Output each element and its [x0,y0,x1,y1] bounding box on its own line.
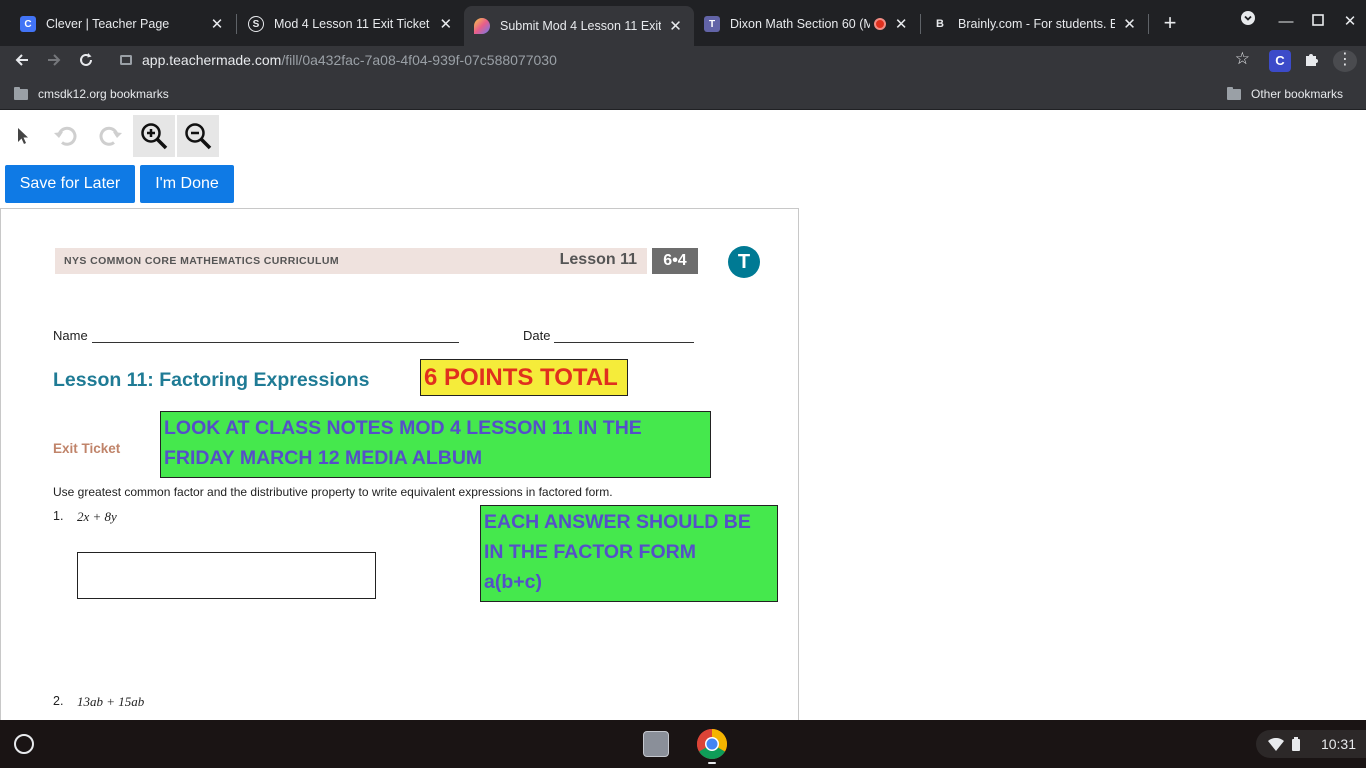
instructions: Use greatest common factor and the distr… [53,485,613,499]
points-total-note: 6 POINTS TOTAL [420,359,628,396]
note-line: LOOK AT CLASS NOTES MOD 4 LESSON 11 IN T… [164,417,642,439]
tab-brainly[interactable]: B Brainly.com - For students. By ✕ [924,8,1146,40]
problem-1-expression: 2x + 8y [77,509,117,524]
redo-button[interactable] [89,115,131,157]
zoom-in-icon [141,123,168,150]
tab-title: Brainly.com - For students. By [958,17,1116,31]
close-icon[interactable]: ✕ [438,15,454,33]
launcher-icon[interactable] [14,734,34,754]
address-bar[interactable]: app.teachermade.com/fill/0a432fac-7a08-4… [108,46,1260,76]
select-pointer-tool[interactable] [2,115,44,157]
name-label: Name [53,328,88,343]
close-icon[interactable]: ✕ [667,17,684,35]
tab-title: Submit Mod 4 Lesson 11 Exit T [500,19,662,33]
close-icon[interactable]: ✕ [1121,15,1138,33]
date-line [554,342,694,343]
bookmark-folder-other[interactable]: Other bookmarks [1227,84,1343,104]
tab-title: Clever | Teacher Page [46,17,170,31]
teachermade-logo: T [728,246,760,278]
lesson-number: Lesson 11 [559,251,637,268]
menu-kebab-icon[interactable]: ⋮ [1333,50,1357,72]
bookmark-folder-cmsdk12[interactable]: cmsdk12.org bookmarks [14,84,169,104]
zoom-out-icon [185,123,212,150]
forward-arrow-icon[interactable] [42,50,66,74]
date-label: Date [523,328,551,343]
bookmark-star-icon[interactable]: ☆ [1235,49,1250,69]
close-icon[interactable]: ✕ [208,15,226,33]
os-shelf: 10:31 [0,720,1366,768]
url-text: app.teachermade.com/fill/0a432fac-7a08-4… [142,52,557,68]
answer-format-note: EACH ANSWER SHOULD BE IN THE FACTOR FORM… [480,505,778,602]
clock: 10:31 [1320,736,1356,752]
clever-extension-icon[interactable]: C [1269,50,1291,72]
redo-icon [99,126,122,146]
battery-icon [1292,737,1300,751]
grade-module-badge: 6•4 [652,248,698,274]
im-done-button[interactable]: I'm Done [140,165,234,203]
minimize-icon[interactable]: — [1274,10,1298,34]
save-for-later-button[interactable]: Save for Later [5,165,135,203]
clever-icon: C [20,16,36,32]
teachermade-icon [474,18,490,34]
exit-ticket-heading: Exit Ticket [53,441,121,456]
new-tab-button[interactable]: + [1158,12,1182,36]
tab-title: Mod 4 Lesson 11 Exit Ticket | S [274,17,432,31]
back-arrow-icon[interactable] [10,50,34,74]
zoom-in-button[interactable] [133,115,175,157]
note-line: FRIDAY MARCH 12 MEDIA ALBUM [164,447,483,469]
schoology-icon: S [248,16,264,32]
chrome-icon[interactable] [696,728,728,764]
tab-title: Dixon Math Section 60 (M [730,17,871,31]
problem-1-answer-box[interactable] [77,552,376,599]
recording-icon [874,18,887,30]
pointer-icon [18,128,28,144]
undo-button[interactable] [45,115,87,157]
maximize-icon[interactable] [1306,10,1330,34]
bookmarks-bar: cmsdk12.org bookmarks Other bookmarks [0,78,1366,110]
teachermade-page: Save for Later I'm Done NYS COMMON CORE … [0,111,1366,720]
browser-toolbar: app.teachermade.com/fill/0a432fac-7a08-4… [0,46,1366,78]
lesson-title: Lesson 11: Factoring Expressions [53,369,370,391]
tab-schoology[interactable]: S Mod 4 Lesson 11 Exit Ticket | S ✕ [240,8,462,40]
problem-1-number: 1. [53,509,64,523]
close-window-icon[interactable]: ✕ [1338,10,1362,34]
status-tray[interactable]: 10:31 [1256,730,1366,758]
tab-teams[interactable]: T Dixon Math Section 60 (M ✕ [696,8,918,40]
brainly-icon: B [936,18,944,30]
wifi-icon [1268,738,1284,751]
tab-clever[interactable]: C Clever | Teacher Page ✕ [12,8,234,40]
problem-2-expression: 13ab + 15ab [77,694,145,709]
note-line: a(b+c) [484,571,542,593]
tab-search-icon[interactable] [1236,10,1260,34]
class-notes-note: LOOK AT CLASS NOTES MOD 4 LESSON 11 IN T… [160,411,711,478]
teams-icon: T [704,16,720,32]
worksheet-canvas: NYS COMMON CORE MATHEMATICS CURRICULUM L… [0,208,799,720]
name-line [92,342,459,343]
undo-icon [54,126,77,146]
page-info-icon[interactable] [120,54,132,66]
reload-icon[interactable] [74,50,98,74]
folder-icon [1227,86,1241,100]
tab-strip: C Clever | Teacher Page ✕ S Mod 4 Lesson… [0,0,1366,46]
curriculum-banner: NYS COMMON CORE MATHEMATICS CURRICULUM L… [55,248,647,274]
curriculum-name: NYS COMMON CORE MATHEMATICS CURRICULUM [64,255,339,267]
files-app-icon[interactable] [643,731,669,757]
bookmark-label: Other bookmarks [1251,87,1344,101]
close-icon[interactable]: ✕ [892,15,910,33]
tab-teachermade[interactable]: Submit Mod 4 Lesson 11 Exit T ✕ [464,6,694,46]
problem-2-number: 2. [53,694,64,708]
note-line: EACH ANSWER SHOULD BE [484,511,751,533]
extensions-puzzle-icon[interactable] [1301,50,1323,72]
note-line: IN THE FACTOR FORM [484,541,696,563]
folder-icon [14,86,28,100]
bookmark-label: cmsdk12.org bookmarks [38,87,169,101]
zoom-out-button[interactable] [177,115,219,157]
